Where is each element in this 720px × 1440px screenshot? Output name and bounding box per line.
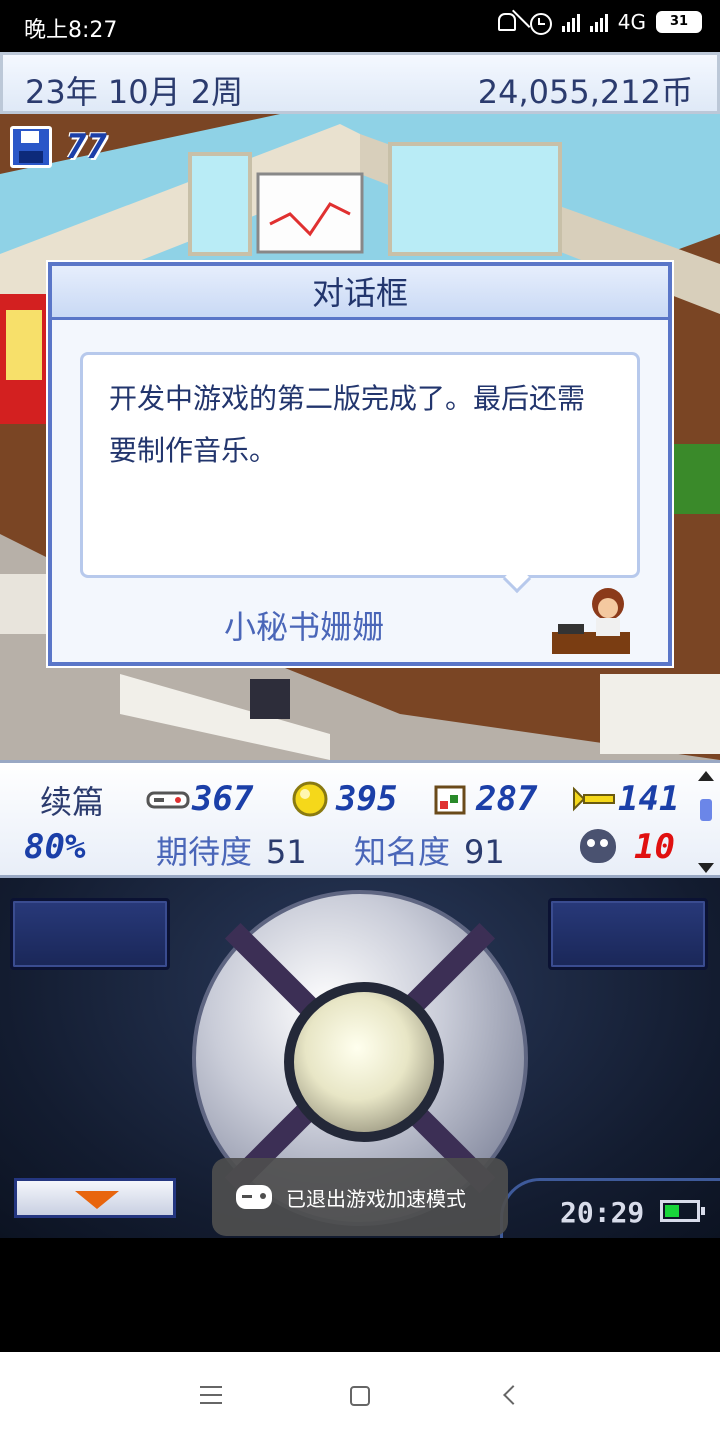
signal-icon [561, 12, 580, 32]
save-indicator: 77 [10, 126, 107, 168]
bug-icon [580, 829, 616, 863]
dialog-title: 对话框 [52, 266, 668, 320]
game-mode-icon [236, 1185, 272, 1209]
stats-scrollbar[interactable] [698, 771, 714, 873]
creativity-value: 395 [336, 779, 398, 819]
letterbox-area [0, 1238, 720, 1352]
scroll-down-icon[interactable] [698, 863, 714, 873]
floppy-disk-icon [10, 126, 52, 168]
stat-fun: 367 [146, 779, 253, 819]
graphics-value: 287 [476, 779, 538, 819]
gamepad-icon [146, 791, 190, 809]
bug-count: 10 [634, 827, 675, 867]
speaker-name: 小秘书姗姗 [224, 608, 385, 646]
development-progress: 80% [24, 827, 86, 867]
home-icon[interactable] [350, 1386, 370, 1406]
money-display: 24,055,212币 [477, 73, 693, 111]
recent-apps-icon[interactable] [200, 1386, 222, 1404]
device-battery-icon [660, 1200, 705, 1222]
scroll-up-icon[interactable] [698, 771, 714, 781]
secretary-avatar [552, 588, 630, 654]
bubble-tail [502, 564, 532, 594]
dialog-message: 开发中游戏的第二版完成了。最后还需要制作音乐。 [109, 382, 586, 467]
right-shoulder-button[interactable] [548, 898, 708, 970]
save-count: 77 [66, 127, 107, 167]
toast-text: 已退出游戏加速模式 [286, 1186, 466, 1211]
expectation-label: 期待度 [156, 833, 253, 871]
stat-graphics: 287 [430, 779, 537, 819]
status-time: 晚上8:27 [24, 18, 118, 43]
toast-notification: 已退出游戏加速模式 [212, 1158, 508, 1236]
center-action-button[interactable] [284, 982, 444, 1142]
battery-icon: 31 [656, 11, 702, 33]
menu-toggle-button[interactable] [14, 1178, 176, 1218]
stat-creativity: 395 [290, 779, 397, 819]
status-icons: 4G 31 [494, 10, 702, 35]
sound-value: 141 [618, 779, 680, 819]
hd-signal-icon [589, 12, 608, 32]
paint-easel-icon [434, 785, 466, 815]
trumpet-icon [573, 786, 615, 812]
system-nav-bar [0, 1352, 720, 1440]
speech-bubble: 开发中游戏的第二版完成了。最后还需要制作音乐。 [80, 352, 640, 594]
expectation-stat: 期待度 51 [156, 827, 307, 873]
alarm-icon [528, 10, 552, 35]
game-genre: 续篇 [40, 783, 105, 821]
expectation-value: 51 [266, 833, 307, 871]
left-shoulder-button[interactable] [10, 898, 170, 970]
device-clock: 20:29 [560, 1196, 645, 1229]
network-type: 4G [617, 10, 646, 34]
game-date: 23年 10月 2周 [25, 73, 244, 111]
fame-label: 知名度 [354, 833, 451, 871]
fame-value: 91 [464, 833, 505, 871]
mute-bell-icon [494, 10, 518, 34]
lightbulb-icon [292, 781, 328, 817]
back-icon[interactable] [503, 1385, 523, 1405]
stats-panel: 续篇 80% 367 395 287 141 期待度 51 知名度 91 10 [0, 760, 720, 878]
game-header: 23年 10月 2周 24,055,212币 [0, 52, 720, 114]
scroll-thumb[interactable] [700, 799, 712, 821]
dialog-box[interactable]: 对话框 开发中游戏的第二版完成了。最后还需要制作音乐。 小秘书姗姗 [48, 262, 672, 666]
stat-sound: 141 [572, 779, 679, 819]
fun-value: 367 [192, 779, 254, 819]
fame-stat: 知名度 91 [354, 827, 505, 873]
status-bar: 晚上8:27 4G 31 [0, 0, 720, 50]
